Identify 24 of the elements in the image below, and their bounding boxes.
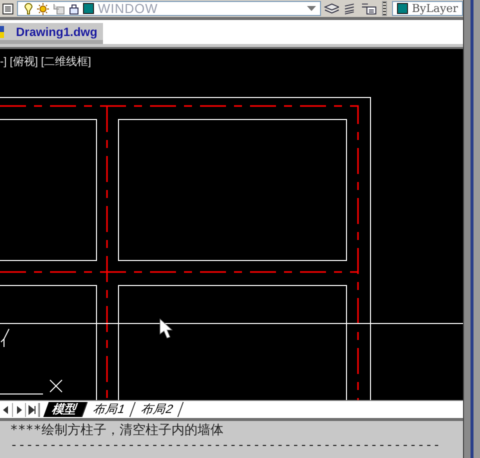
drawing-file-icon <box>0 26 4 38</box>
command-history-line: ------------------------------------------------------- <box>10 438 442 453</box>
lightbulb-icon <box>24 2 33 14</box>
toolbar-grip[interactable] <box>382 1 387 16</box>
color-swatch <box>82 3 94 14</box>
last-arrow-icon[interactable] <box>26 402 39 416</box>
layer-properties-icon[interactable] <box>2 2 14 14</box>
layer-list-icon[interactable] <box>361 2 377 15</box>
layers-icon[interactable] <box>324 2 340 14</box>
sun-icon <box>36 2 49 14</box>
drawing-area[interactable]: -] [俯视] [二维线框] <box>0 47 463 400</box>
caret-icon <box>306 6 316 12</box>
color-swatch <box>396 3 408 14</box>
color-dropdown[interactable]: ByLayer <box>392 1 463 16</box>
color-name: ByLayer <box>412 2 458 15</box>
grid-icon <box>52 2 65 14</box>
viewport-label[interactable]: -] [俯视] [二维线框] <box>0 54 92 69</box>
cursor-icon <box>160 318 173 338</box>
file-tab[interactable]: Drawing1.dwg <box>0 23 103 44</box>
layout-tab[interactable]: 模型 <box>43 402 88 417</box>
command-history-line: ****绘制方柱子，清空柱子内的墙体 <box>10 423 224 438</box>
ucs-icon <box>0 328 62 394</box>
lock-icon <box>68 2 79 14</box>
layer-name: WINDOW <box>98 2 159 15</box>
